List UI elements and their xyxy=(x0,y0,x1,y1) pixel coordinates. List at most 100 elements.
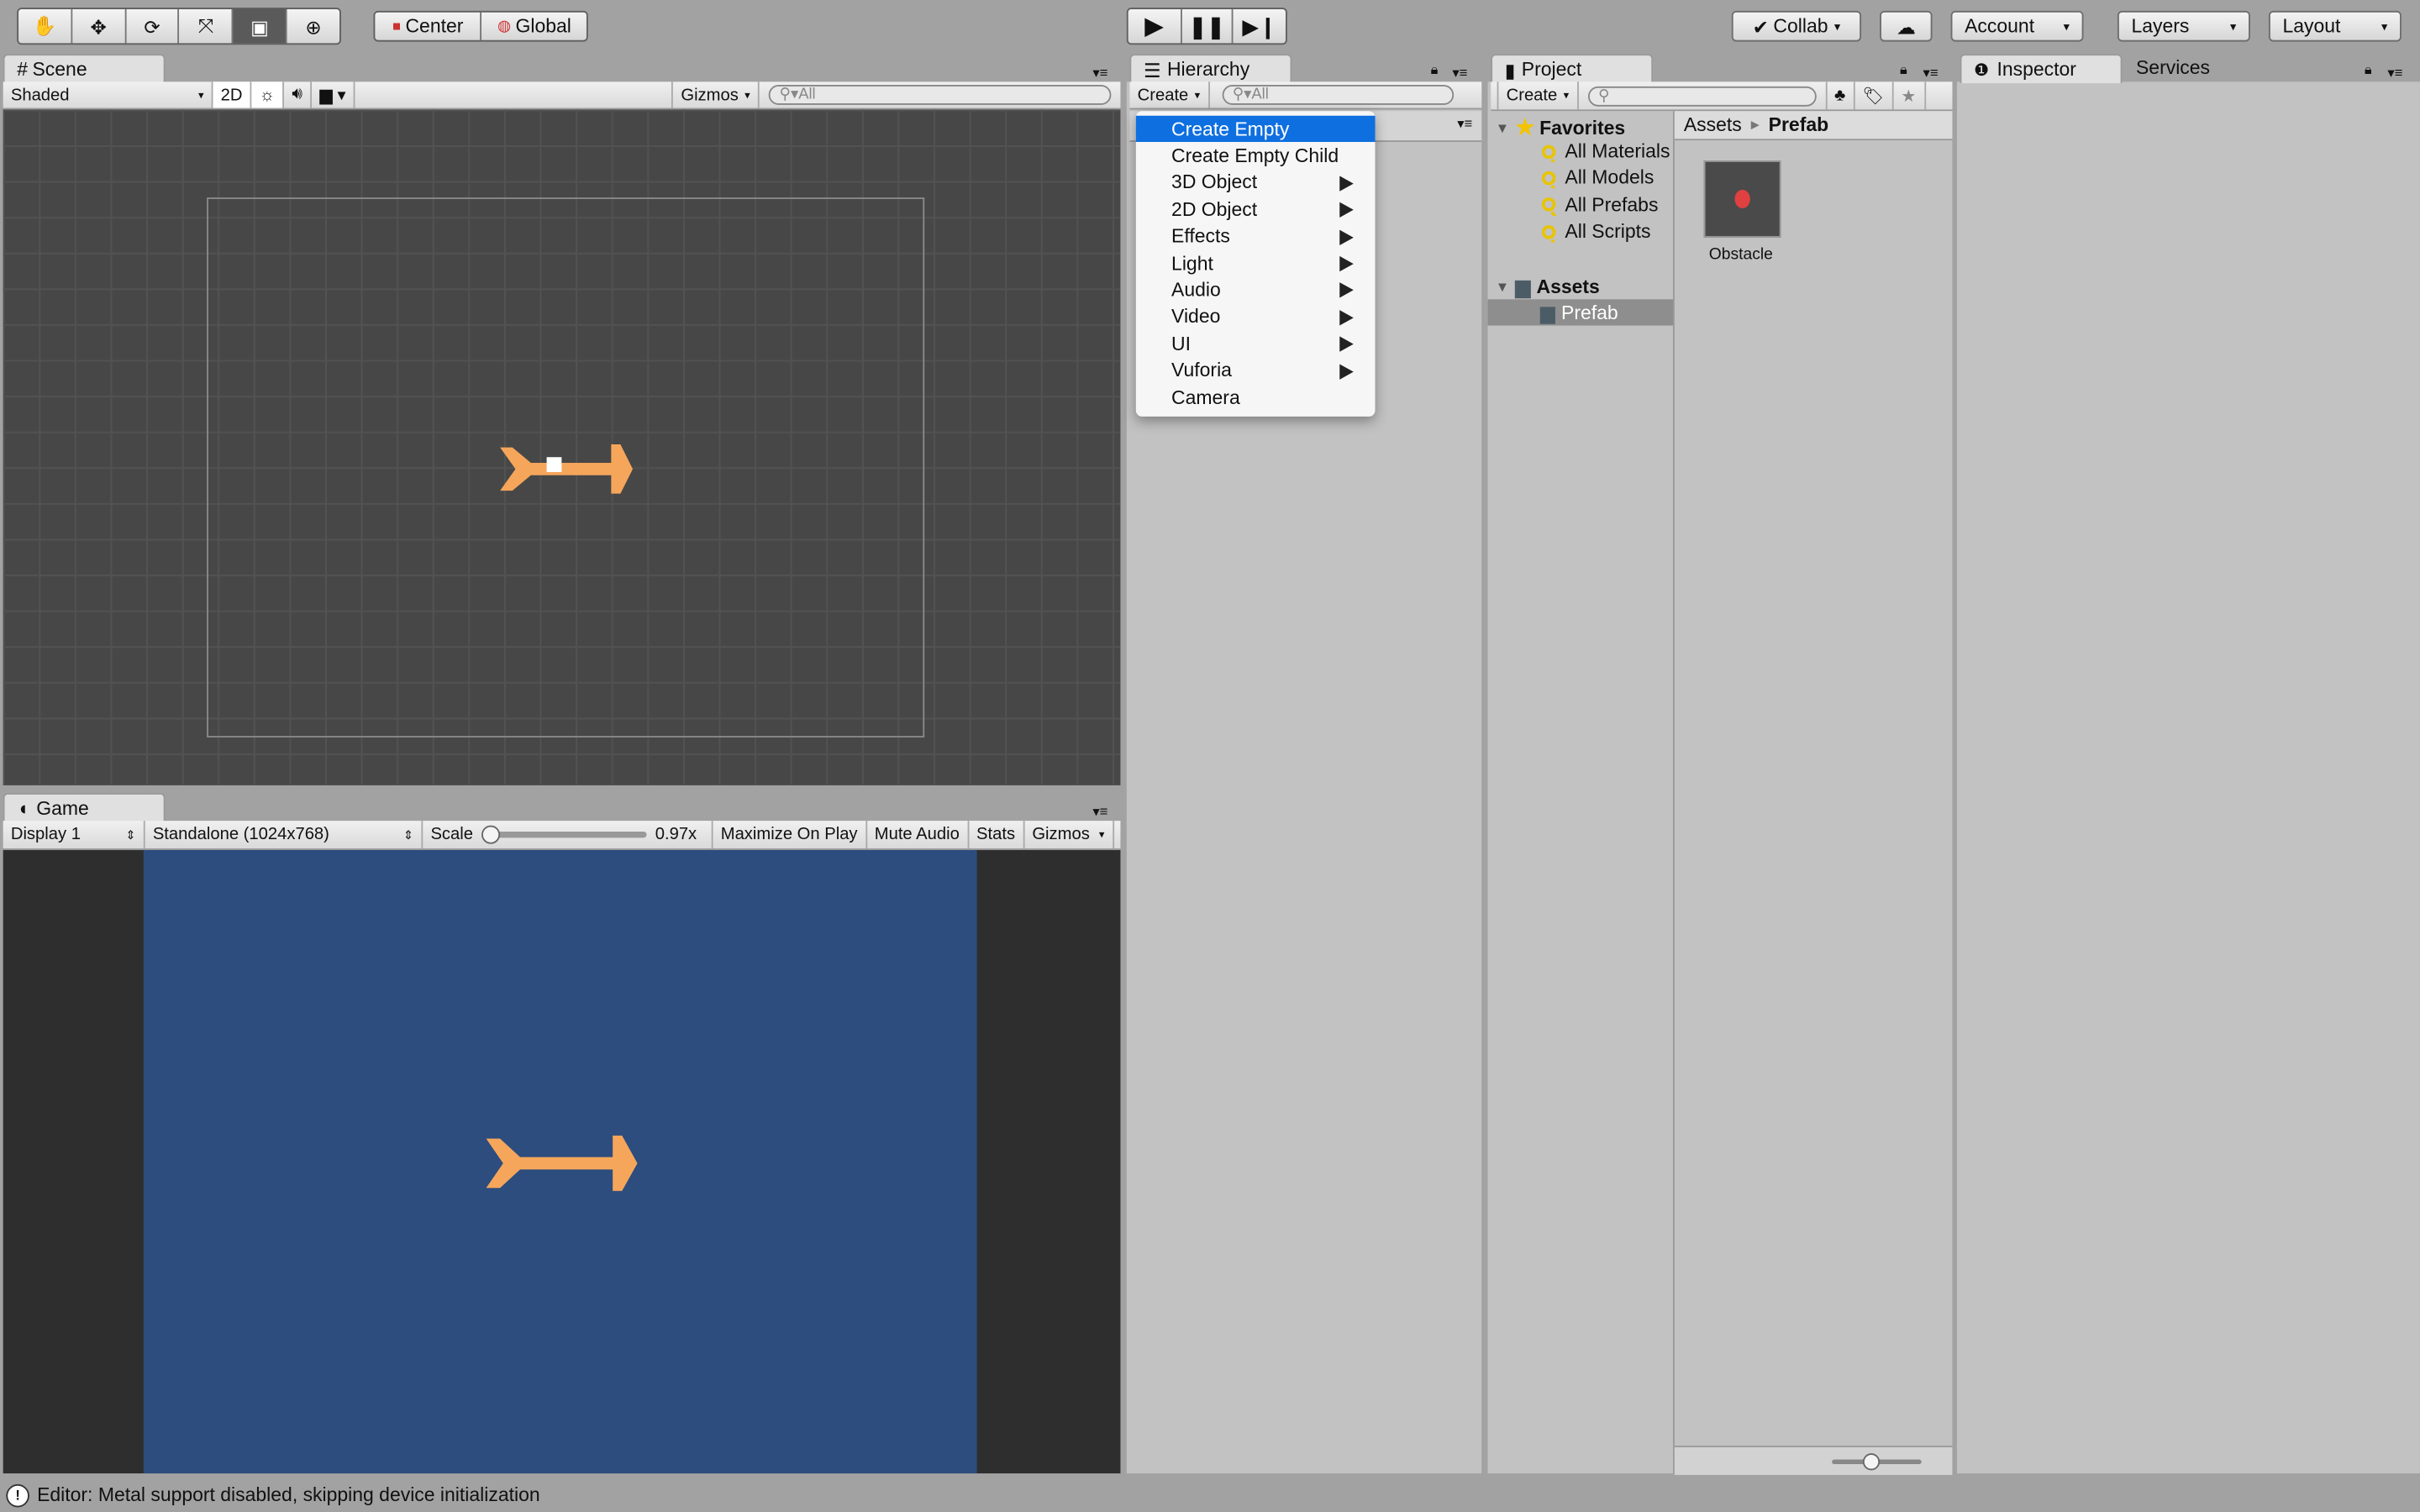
panel-menu-icon[interactable]: ▾≡ xyxy=(1092,804,1107,821)
shapes-icon: ♣ xyxy=(1834,86,1846,105)
lock-icon[interactable]: 🔒︎ xyxy=(1431,61,1439,78)
transform-tool-button[interactable]: ⊕ xyxy=(287,9,340,44)
icon-size-slider-thumb[interactable] xyxy=(1862,1453,1881,1471)
lock-icon[interactable]: 🔒︎ xyxy=(2365,61,2372,78)
favorites-button[interactable]: ★ xyxy=(1893,81,1926,110)
hierarchy-create-dropdown[interactable]: Create ▾ xyxy=(1129,81,1210,108)
game-toolbar: Display 1 ⇕ Standalone (1024x768) ⇕ Scale … xyxy=(3,821,1121,851)
icon-size-slider[interactable] xyxy=(1832,1453,1922,1471)
space-label: Global xyxy=(515,15,571,38)
tab-label: Inspector xyxy=(1996,58,2076,81)
collab-dropdown[interactable]: ✔ Collab xyxy=(1731,10,1862,42)
chevron-right-icon: ▶ xyxy=(1750,120,1760,132)
project-footer xyxy=(1674,1445,1953,1475)
menu-item-light[interactable]: Light xyxy=(1136,249,1376,276)
menu-item-camera[interactable]: Camera xyxy=(1136,384,1376,411)
scene-gizmos-dropdown[interactable]: Gizmos ▾ xyxy=(671,81,760,108)
pause-button[interactable]: ❚❚ xyxy=(1181,9,1234,44)
expand-triangle-icon[interactable]: ▼ xyxy=(1496,119,1509,134)
favorites-folder[interactable]: ▼ ★ Favorites xyxy=(1496,114,1625,140)
favorite-item[interactable]: All Scripts xyxy=(1541,221,1673,243)
menu-item-create-empty-child[interactable]: Create Empty Child xyxy=(1136,143,1376,170)
scene-view[interactable]: ■ xyxy=(3,109,1121,785)
panel-menu-icon[interactable]: ▾≡ xyxy=(1457,116,1472,133)
menu-item-label: Light xyxy=(1171,252,1213,275)
breadcrumb-prefab[interactable]: Prefab xyxy=(1769,114,1828,136)
stats-toggle[interactable]: Stats xyxy=(969,821,1025,849)
apple-icon xyxy=(1734,189,1750,208)
2d-toggle[interactable]: 2D xyxy=(213,81,252,108)
project-search-input[interactable]: ⚲ xyxy=(1587,85,1816,106)
panel-menu-icon[interactable]: ▾≡ xyxy=(2387,65,2402,81)
rotate-tool-button[interactable]: ⟳ xyxy=(125,9,180,44)
game-viewport xyxy=(143,850,977,1474)
menu-item-vuforia[interactable]: Vuforia xyxy=(1136,357,1376,384)
menu-item-create-empty[interactable]: Create Empty xyxy=(1135,115,1376,143)
lighting-toggle[interactable]: ☼ xyxy=(251,81,285,108)
favorite-item[interactable]: All Materials xyxy=(1541,140,1673,162)
maximize-on-play-toggle[interactable]: Maximize On Play xyxy=(713,821,867,849)
filter-by-type-button[interactable]: ♣ xyxy=(1824,81,1855,110)
space-global-button[interactable]: ◍ Global xyxy=(481,12,587,40)
status-bar[interactable]: ! Editor: Metal support disabled, skippi… xyxy=(0,1478,2420,1512)
panel-menu-icon[interactable]: ▾≡ xyxy=(1923,65,1939,81)
panel-menu-icon[interactable]: ▾≡ xyxy=(1452,65,1467,81)
tab-inspector[interactable]: ❶ Inspector xyxy=(1960,54,2123,84)
tab-scene[interactable]: # Scene xyxy=(3,54,166,84)
breadcrumb-assets[interactable]: Assets xyxy=(1684,114,1742,136)
favorite-item[interactable]: All Prefabs xyxy=(1541,194,1673,216)
resolution-dropdown[interactable]: Standalone (1024x768) ⇕ xyxy=(145,821,424,849)
filter-by-label-button[interactable]: 🏷︎ xyxy=(1854,81,1894,110)
rect-tool-button[interactable]: ▣ xyxy=(233,9,287,44)
panel-menu-icon[interactable]: ▾≡ xyxy=(1092,65,1107,81)
scale-slider-thumb[interactable] xyxy=(481,825,500,844)
search-icon xyxy=(1541,197,1556,213)
tab-services[interactable]: Services xyxy=(2136,57,2210,79)
project-create-dropdown[interactable]: Create ▾ xyxy=(1497,81,1579,110)
hierarchy-search-input[interactable]: ⚲▾ All xyxy=(1221,85,1454,105)
pivot-center-button[interactable]: ■ Center xyxy=(375,12,482,40)
prefab-folder[interactable]: ▆ Prefab xyxy=(1487,299,1673,326)
favorite-item[interactable]: All Models xyxy=(1541,167,1673,189)
tab-label: Scene xyxy=(32,58,87,81)
display-dropdown[interactable]: Display 1 ⇕ xyxy=(3,821,145,849)
scale-slider[interactable] xyxy=(481,825,646,844)
account-dropdown[interactable]: Account xyxy=(1950,10,2084,42)
scale-tool-button[interactable]: ⤧ xyxy=(179,9,234,44)
lock-icon[interactable]: 🔒︎ xyxy=(1900,61,1907,78)
mute-audio-toggle[interactable]: Mute Audio xyxy=(867,821,969,849)
menu-item-effects[interactable]: Effects xyxy=(1136,223,1376,250)
game-gizmos-dropdown[interactable]: Gizmos ▾ xyxy=(1024,821,1114,849)
tab-project[interactable]: ▮ Project xyxy=(1491,54,1654,84)
play-button[interactable]: ▶ xyxy=(1128,9,1182,44)
cloud-button[interactable]: ☁ xyxy=(1880,10,1933,42)
layers-dropdown[interactable]: Layers xyxy=(2117,10,2250,42)
submenu-arrow-icon xyxy=(1339,255,1354,272)
tag-icon: 🏷︎ xyxy=(1862,87,1885,106)
menu-item-2d-object[interactable]: 2D Object xyxy=(1136,197,1376,223)
menu-item-3d-object[interactable]: 3D Object xyxy=(1136,170,1376,197)
expand-triangle-icon[interactable]: ▼ xyxy=(1496,279,1509,294)
shading-dropdown[interactable]: Shaded ▾ xyxy=(3,81,213,108)
menu-item-video[interactable]: Video xyxy=(1136,303,1376,330)
asset-obstacle[interactable]: Obstacle xyxy=(1697,160,1784,264)
assets-folder[interactable]: ▼ ▆ Assets xyxy=(1496,275,1600,298)
game-view[interactable] xyxy=(3,850,1121,1474)
tab-hierarchy[interactable]: ☰ Hierarchy xyxy=(1129,54,1292,84)
effects-dropdown[interactable]: ▆ ▾ xyxy=(312,81,355,108)
grid-icon: # xyxy=(17,58,28,81)
menu-item-audio[interactable]: Audio xyxy=(1136,276,1376,303)
menu-item-label: Camera xyxy=(1171,386,1240,408)
audio-toggle[interactable]: 🔊︎ xyxy=(284,81,313,108)
tab-game[interactable]: ◖ Game xyxy=(3,793,166,822)
layout-dropdown[interactable]: Layout xyxy=(2268,10,2402,42)
asset-name: Obstacle xyxy=(1708,245,1773,265)
submenu-arrow-icon xyxy=(1339,282,1354,299)
menu-item-ui[interactable]: UI xyxy=(1136,330,1376,357)
image-icon: ▆ ▾ xyxy=(319,86,346,105)
menu-item-label: Video xyxy=(1171,306,1221,328)
move-tool-button[interactable]: ✥ xyxy=(72,9,126,44)
hand-tool-button[interactable]: ✋ xyxy=(18,9,73,44)
step-button[interactable]: ▶❙ xyxy=(1234,9,1286,44)
scene-search-input[interactable]: ⚲▾ All xyxy=(768,85,1112,105)
